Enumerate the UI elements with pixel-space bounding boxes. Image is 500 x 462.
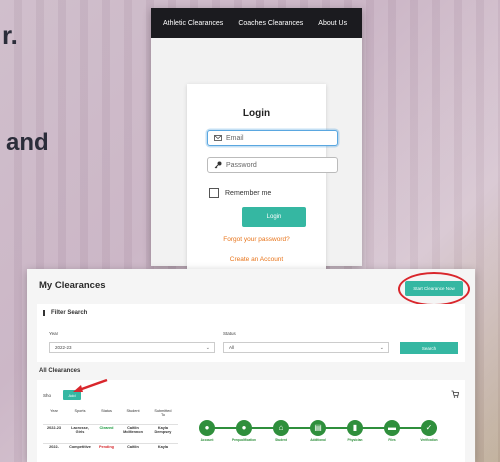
- cell-submitted-to: Kayla Dempsey: [147, 424, 178, 444]
- login-title: Login: [242, 108, 271, 119]
- year-label: Year: [49, 331, 59, 336]
- step-label: Physician: [347, 438, 363, 442]
- email-placeholder: Email: [226, 134, 244, 142]
- clearance-progress-steps: ● Account ● Prequalification ⌂ Student ▤…: [197, 420, 447, 462]
- login-screenshot: Athletic Clearances Coaches Clearances A…: [151, 8, 362, 274]
- step-label: Verification: [420, 438, 438, 442]
- cell-status: Cleared: [95, 424, 118, 444]
- step-label: Account: [200, 438, 214, 442]
- top-navbar: Athletic Clearances Coaches Clearances A…: [151, 8, 362, 38]
- step-label: Files: [388, 438, 396, 442]
- remember-label: Remember me: [225, 189, 272, 197]
- col-submitted-to: Submitted To: [154, 409, 172, 417]
- red-arrow-annotation: [73, 378, 108, 392]
- file-icon: ▮: [352, 423, 358, 432]
- chevron-down-icon: ⌄: [379, 345, 384, 351]
- clearances-table-card: Sho Add Year Sports Status Student Submi…: [37, 378, 465, 462]
- cart-icon[interactable]: [451, 390, 459, 398]
- cell-student: Caitlin McMennon: [117, 424, 148, 444]
- person-icon: ●: [204, 423, 210, 432]
- step-prequalification[interactable]: ● Prequalification: [232, 420, 256, 442]
- cell-year: 2022-23: [43, 424, 65, 444]
- nav-athletic-clearances[interactable]: Athletic Clearances: [163, 20, 223, 27]
- step-additional[interactable]: ▤ Additional: [308, 420, 328, 442]
- step-label: Additional: [310, 438, 326, 442]
- step-label: Student: [275, 438, 287, 442]
- highlight-circle: [398, 272, 470, 306]
- step-files[interactable]: ▬ Files: [382, 420, 402, 442]
- step-account[interactable]: ● Account: [197, 420, 217, 442]
- table-header-row: Year Sports Status Student Submitted To: [43, 408, 178, 425]
- show-entries-label: Sho: [43, 393, 52, 398]
- password-placeholder: Password: [226, 161, 257, 169]
- nav-coaches-clearances[interactable]: Coaches Clearances: [238, 20, 303, 27]
- year-select[interactable]: 2022-23 ⌄: [49, 342, 215, 353]
- password-field[interactable]: Password: [207, 157, 338, 173]
- remember-me: Remember me: [209, 188, 271, 198]
- cell-status: Pending: [95, 443, 118, 462]
- key-icon: [214, 161, 222, 169]
- col-student: Student: [126, 409, 140, 413]
- col-status: Status: [101, 409, 112, 413]
- email-field[interactable]: Email: [207, 130, 338, 146]
- search-button[interactable]: Search: [400, 342, 458, 354]
- col-year: Year: [50, 409, 58, 413]
- table-row[interactable]: 2022- Competitive Pending Caitlin Kayla: [43, 443, 178, 462]
- login-button[interactable]: Login: [242, 207, 306, 227]
- year-value: 2022-23: [55, 345, 72, 350]
- cell-year: 2022-: [43, 443, 65, 462]
- filter-card: Filter Search Year 2022-23 ⌄ Status All …: [37, 304, 465, 362]
- cell-sports: Lacrosse, Girls: [65, 424, 95, 444]
- cell-sports: Competitive: [65, 443, 95, 462]
- document-icon: ▤: [314, 423, 322, 432]
- background-heading-fragment: r.: [2, 20, 18, 50]
- background-text-and: and: [6, 129, 49, 156]
- folder-icon: ▬: [388, 423, 396, 432]
- nav-about-us[interactable]: About Us: [318, 20, 347, 27]
- clearances-table: Year Sports Status Student Submitted To …: [43, 408, 178, 462]
- step-label: Prequalification: [232, 438, 256, 442]
- chevron-down-icon: ⌄: [205, 345, 210, 351]
- group-icon: ●: [241, 423, 247, 432]
- remember-checkbox[interactable]: [209, 188, 219, 198]
- table-row[interactable]: 2022-23 Lacrosse, Girls Cleared Caitlin …: [43, 424, 178, 444]
- filter-title: Filter Search: [43, 310, 87, 316]
- clearances-screenshot: My Clearances Start Clearance Now Filter…: [27, 269, 475, 462]
- col-sports: Sports: [74, 409, 86, 413]
- status-value: All: [229, 345, 235, 350]
- status-label: Status: [223, 331, 236, 336]
- cell-submitted-to: Kayla: [147, 443, 178, 462]
- all-clearances-title: All Clearances: [39, 368, 81, 374]
- forgot-password-link[interactable]: Forgot your password?: [187, 236, 326, 243]
- home-icon: ⌂: [278, 423, 284, 432]
- step-physician[interactable]: ▮ Physician: [345, 420, 365, 442]
- step-student[interactable]: ⌂ Student: [271, 420, 291, 442]
- status-select[interactable]: All ⌄: [223, 342, 389, 353]
- envelope-icon: [214, 135, 222, 141]
- cell-student: Caitlin: [117, 443, 148, 462]
- login-card: Login Email Password Remember me Login F…: [187, 84, 338, 274]
- check-icon: ✓: [425, 423, 433, 432]
- step-verification[interactable]: ✓ Verification: [419, 420, 439, 442]
- page-title: My Clearances: [39, 280, 106, 291]
- create-account-link[interactable]: Create an Account: [187, 256, 326, 263]
